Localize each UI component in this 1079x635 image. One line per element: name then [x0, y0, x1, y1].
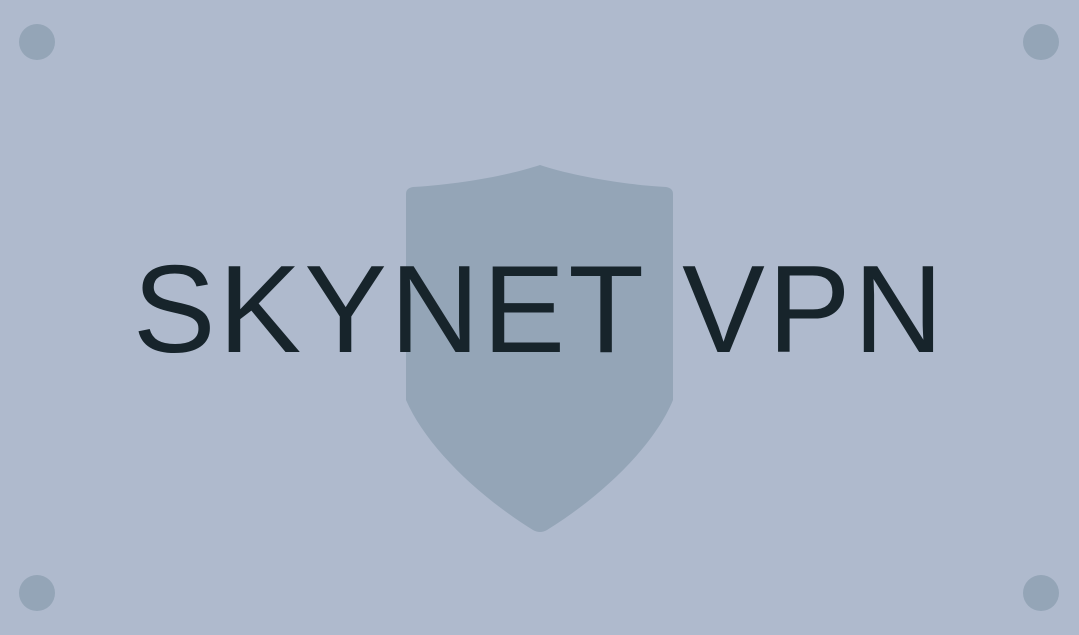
brand-title: SKYNET VPN — [132, 240, 947, 379]
